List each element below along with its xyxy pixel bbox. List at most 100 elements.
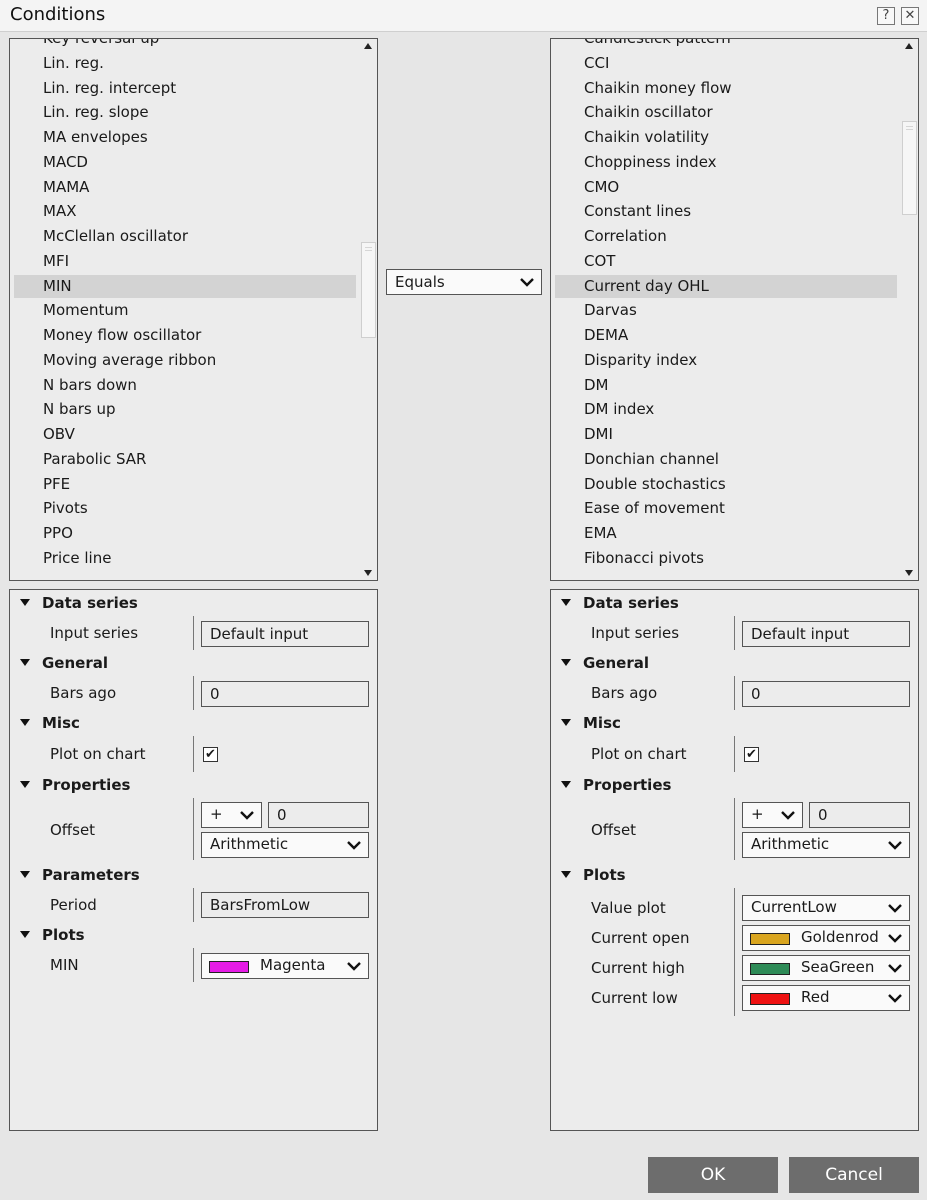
category-general[interactable]: General xyxy=(551,651,911,675)
list-item[interactable]: CMO xyxy=(555,176,897,199)
collapse-arrow-icon[interactable] xyxy=(561,659,571,666)
offset-type-select[interactable]: Arithmetic xyxy=(742,832,910,858)
scroll-up-arrow-icon[interactable] xyxy=(905,43,913,49)
bars-ago-field[interactable]: 0 xyxy=(201,681,369,707)
right-indicator-list[interactable]: Candlestick pattern CCI Chaikin money flow… xyxy=(550,38,919,581)
list-item[interactable]: N bars up xyxy=(14,398,356,421)
list-item[interactable]: Money flow oscillator xyxy=(14,324,356,347)
list-item[interactable]: Choppiness index xyxy=(555,151,897,174)
collapse-arrow-icon[interactable] xyxy=(561,781,571,788)
category-plots[interactable]: Plots xyxy=(10,923,370,947)
min-color-select[interactable]: Magenta xyxy=(201,953,369,979)
category-parameters[interactable]: Parameters xyxy=(10,863,370,887)
list-item[interactable]: Candlestick pattern xyxy=(555,39,897,50)
category-properties[interactable]: Properties xyxy=(10,773,370,797)
list-item[interactable]: MAX xyxy=(14,200,356,223)
list-item[interactable]: Correlation xyxy=(555,225,897,248)
collapse-arrow-icon[interactable] xyxy=(20,931,30,938)
list-item[interactable]: Momentum xyxy=(14,299,356,322)
offset-type-select[interactable]: Arithmetic xyxy=(201,832,369,858)
list-item[interactable]: Current day OHL xyxy=(555,274,897,298)
scroll-down-arrow-icon[interactable] xyxy=(364,570,372,576)
list-item[interactable]: Disparity index xyxy=(555,349,897,372)
list-item[interactable]: OBV xyxy=(14,423,356,446)
list-item[interactable]: MFI xyxy=(14,250,356,273)
list-item[interactable]: Parabolic SAR xyxy=(14,448,356,471)
right-list-scrollbar[interactable] xyxy=(901,39,918,580)
list-item[interactable]: EMA xyxy=(555,522,897,545)
list-item[interactable]: Pivots xyxy=(14,497,356,520)
right-scroll-thumb[interactable] xyxy=(902,121,917,215)
list-item[interactable]: Fibonacci pivots xyxy=(555,547,897,570)
collapse-arrow-icon[interactable] xyxy=(20,659,30,666)
list-item[interactable]: CCI xyxy=(555,52,897,75)
list-item[interactable]: Ease of movement xyxy=(555,497,897,520)
list-item[interactable]: Price line xyxy=(14,547,356,570)
list-item[interactable]: MA envelopes xyxy=(14,126,356,149)
offset-value-field[interactable]: 0 xyxy=(268,802,369,828)
left-scroll-thumb[interactable] xyxy=(361,242,376,338)
category-plots[interactable]: Plots xyxy=(551,863,911,887)
list-item[interactable]: Chaikin volatility xyxy=(555,126,897,149)
close-button[interactable]: ✕ xyxy=(901,7,919,25)
period-field[interactable]: BarsFromLow xyxy=(201,892,369,918)
collapse-arrow-icon[interactable] xyxy=(561,871,571,878)
category-data-series[interactable]: Data series xyxy=(551,591,911,615)
collapse-arrow-icon[interactable] xyxy=(20,871,30,878)
list-item[interactable]: Donchian channel xyxy=(555,448,897,471)
list-item[interactable]: Darvas xyxy=(555,299,897,322)
category-properties[interactable]: Properties xyxy=(551,773,911,797)
help-button[interactable]: ? xyxy=(877,7,895,25)
condition-select[interactable]: Equals xyxy=(386,269,542,295)
list-item[interactable]: Key reversal up xyxy=(14,39,356,50)
list-item[interactable]: Chaikin money flow xyxy=(555,77,897,100)
list-item[interactable]: Chaikin oscillator xyxy=(555,101,897,124)
value-plot-label: Value plot xyxy=(591,899,666,917)
offset-sign-select[interactable]: + xyxy=(742,802,803,828)
category-misc[interactable]: Misc xyxy=(551,711,911,735)
list-item[interactable]: DEMA xyxy=(555,324,897,347)
list-item[interactable]: DM index xyxy=(555,398,897,421)
category-general[interactable]: General xyxy=(10,651,370,675)
list-item[interactable]: PPO xyxy=(14,522,356,545)
offset-value-field[interactable]: 0 xyxy=(809,802,910,828)
collapse-arrow-icon[interactable] xyxy=(20,719,30,726)
cancel-button[interactable]: Cancel xyxy=(789,1157,919,1193)
list-item[interactable]: MACD xyxy=(14,151,356,174)
list-item[interactable]: N bars down xyxy=(14,374,356,397)
left-list-scrollbar[interactable] xyxy=(360,39,377,580)
input-series-field[interactable]: Default input xyxy=(201,621,369,647)
left-indicator-list[interactable]: Key reversal up Lin. reg. Lin. reg. interc… xyxy=(9,38,378,581)
ok-button[interactable]: OK xyxy=(648,1157,778,1193)
plot-on-chart-checkbox[interactable]: ✔ xyxy=(744,747,759,762)
collapse-arrow-icon[interactable] xyxy=(561,719,571,726)
current-low-color-select[interactable]: Red xyxy=(742,985,910,1011)
category-misc[interactable]: Misc xyxy=(10,711,370,735)
collapse-arrow-icon[interactable] xyxy=(20,599,30,606)
list-item[interactable]: Lin. reg. intercept xyxy=(14,77,356,100)
current-open-color-select[interactable]: Goldenrod xyxy=(742,925,910,951)
bars-ago-field[interactable]: 0 xyxy=(742,681,910,707)
list-item[interactable]: Double stochastics xyxy=(555,473,897,496)
list-item[interactable]: Lin. reg. slope xyxy=(14,101,356,124)
list-item[interactable]: Constant lines xyxy=(555,200,897,223)
input-series-field[interactable]: Default input xyxy=(742,621,910,647)
list-item[interactable]: PFE xyxy=(14,473,356,496)
list-item[interactable]: COT xyxy=(555,250,897,273)
list-item[interactable]: DM xyxy=(555,374,897,397)
value-plot-select[interactable]: CurrentLow xyxy=(742,895,910,921)
list-item[interactable]: MIN xyxy=(14,274,356,298)
list-item[interactable]: Moving average ribbon xyxy=(14,349,356,372)
list-item[interactable]: MAMA xyxy=(14,176,356,199)
scroll-down-arrow-icon[interactable] xyxy=(905,570,913,576)
plot-on-chart-checkbox[interactable]: ✔ xyxy=(203,747,218,762)
collapse-arrow-icon[interactable] xyxy=(561,599,571,606)
current-high-color-select[interactable]: SeaGreen xyxy=(742,955,910,981)
offset-sign-select[interactable]: + xyxy=(201,802,262,828)
category-data-series[interactable]: Data series xyxy=(10,591,370,615)
scroll-up-arrow-icon[interactable] xyxy=(364,43,372,49)
list-item[interactable]: DMI xyxy=(555,423,897,446)
list-item[interactable]: Lin. reg. xyxy=(14,52,356,75)
list-item[interactable]: McClellan oscillator xyxy=(14,225,356,248)
collapse-arrow-icon[interactable] xyxy=(20,781,30,788)
